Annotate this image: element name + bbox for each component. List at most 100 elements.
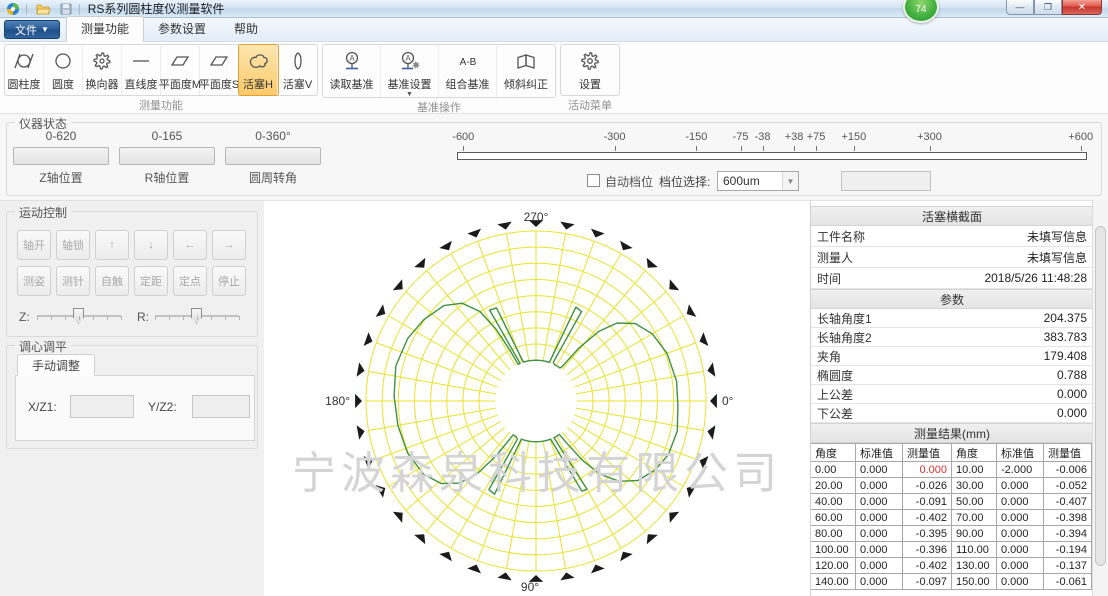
table-cell: 100.00 [811,542,856,557]
combined-datum-button[interactable]: A-B组合基准 [439,45,497,97]
stop-button[interactable]: 停止 [212,266,246,296]
info-row: 测量人未填写信息 [811,247,1093,268]
commutator-icon [89,49,115,75]
flatness-s-button[interactable]: 平面度S [200,45,239,95]
ruler-tick-label: -38 [755,131,771,143]
angle-marker-icon [710,394,717,409]
tab-help[interactable]: 帮助 [220,17,272,41]
table-cell: 110.00 [952,542,997,557]
read-datum-button[interactable]: A读取基准 [323,45,381,97]
angle-marker-icon [376,485,386,498]
vertical-scrollbar[interactable] [1092,200,1108,596]
x-z1-field[interactable] [70,395,134,418]
angle-marker-icon [497,572,511,580]
y-z2-field[interactable] [192,395,250,418]
left-button[interactable]: ← [173,230,207,260]
ruler-tick-label: +600 [1068,131,1093,143]
rotation-display [225,147,321,165]
auto-gear-checkbox[interactable] [587,174,600,187]
table-cell: -2.000 [997,462,1044,477]
info-label: 时间 [811,270,984,287]
table-row[interactable]: 40.000.000-0.09150.000.000-0.407 [811,494,1093,510]
straightness-button[interactable]: 直线度 [122,45,161,95]
table-row[interactable]: 120.000.000-0.402130.000.000-0.137 [811,558,1093,574]
close-button[interactable]: ✕ [1062,0,1102,15]
right-button[interactable]: → [212,230,246,260]
settings-button[interactable]: 设置 [561,45,619,95]
range-ruler: -600-300-150-75-38+38+75+150+300+600 [457,127,1093,167]
open-file-icon[interactable] [35,1,53,17]
piston-h-button[interactable]: 活塞H [239,45,278,95]
datum-setting-button[interactable]: A基准设置▼ [381,45,439,97]
table-row[interactable]: 60.000.000-0.40270.000.000-0.398 [811,510,1093,526]
down-button[interactable]: ↓ [134,230,168,260]
y-z2-label: Y/Z2: [148,400,177,414]
fixed-point-button[interactable]: 定点 [173,266,207,296]
scrollbar-thumb[interactable] [1095,226,1106,566]
roundness-icon [50,49,76,75]
gear-select-value: 600um [718,174,782,188]
table-row[interactable]: 140.000.000-0.097150.000.000-0.061 [811,574,1093,590]
maximize-button[interactable]: ❐ [1034,0,1062,15]
button-label: 倾斜纠正 [504,76,548,92]
ribbon-group-caption: 测量功能 [4,97,318,113]
grid-spoke [556,436,621,548]
grid-spoke [451,254,516,366]
fixed-distance-button[interactable]: 定距 [134,266,168,296]
flatness-m-button[interactable]: 平面度M [161,45,200,95]
tilt-correction-button[interactable]: 倾斜纠正 [497,45,555,97]
separator: | [25,3,28,15]
button-label: 活塞V [283,76,312,92]
ruler-tick-label: +75 [807,131,826,143]
angle-marker-icon [357,362,365,376]
ruler-tick-mark [463,146,464,151]
save-icon[interactable] [57,1,75,17]
table-row[interactable]: 20.000.000-0.02630.000.000-0.052 [811,478,1093,494]
angle-marker-icon [439,241,452,251]
table-cell: 0.00 [811,462,856,477]
cylindricity-button[interactable]: 圆柱度 [5,45,44,95]
gear-value-input[interactable] [841,171,931,191]
table-cell: 0.000 [997,574,1044,589]
table-cell: 0.000 [997,494,1044,509]
table-cell: -0.097 [903,574,952,589]
chevron-down-icon[interactable]: ▼ [782,172,798,190]
angle-marker-icon [414,258,425,268]
piston-v-button[interactable]: 活塞V [278,45,317,95]
column-header: 标准值 [997,444,1044,461]
auto-touch-button[interactable]: 自触 [95,266,129,296]
gear-select-dropdown[interactable]: 600um ▼ [717,171,799,191]
flatness-icon [206,49,232,75]
table-cell: 90.00 [952,526,997,541]
stylus-button[interactable]: 测针 [56,266,90,296]
table-cell: -0.395 [903,526,952,541]
param-value: 0.000 [1057,387,1093,401]
probe-pose-button[interactable]: 测姿 [17,266,51,296]
table-row[interactable]: 0.000.0000.00010.00-2.000-0.006 [811,462,1093,478]
minimize-button[interactable]: — [1006,0,1034,15]
commutator-button[interactable]: 换向器 [83,45,122,95]
grid-spoke [478,241,522,362]
axis-open-button[interactable]: 轴开 [17,230,51,260]
angle-marker-icon [669,512,679,523]
table-cell: 50.00 [952,494,997,509]
angle-marker-icon [393,512,403,523]
ribbon-group-caption: 基准操作 [322,99,556,115]
roundness-button[interactable]: 圆度 [44,45,83,95]
ribbon: 圆柱度圆度换向器直线度平面度M平面度S活塞H 活塞V 测量功能 A读取基准A基准设置▼… [0,42,1108,114]
chevron-down-icon: ▼ [406,92,413,97]
tab-measure-functions[interactable]: 测量功能 [66,16,144,42]
up-button[interactable]: ↑ [95,230,129,260]
tab-manual-adjust[interactable]: 手动调整 [17,354,95,376]
axis-lock-button[interactable]: 轴锁 [56,230,90,260]
ruler-tick-mark [854,146,855,151]
angle-marker-icon [467,229,481,238]
table-row[interactable]: 80.000.000-0.39590.000.000-0.394 [811,526,1093,542]
flatness-icon [167,49,193,75]
tab-parameter-settings[interactable]: 参数设置 [144,17,220,41]
angle-marker-icon [560,572,574,580]
table-row[interactable]: 100.000.000-0.396110.000.000-0.194 [811,542,1093,558]
app-menu-button[interactable]: 文件 ▼ [4,20,60,39]
button-label: 直线度 [125,76,158,92]
angle-marker-icon [364,456,373,470]
